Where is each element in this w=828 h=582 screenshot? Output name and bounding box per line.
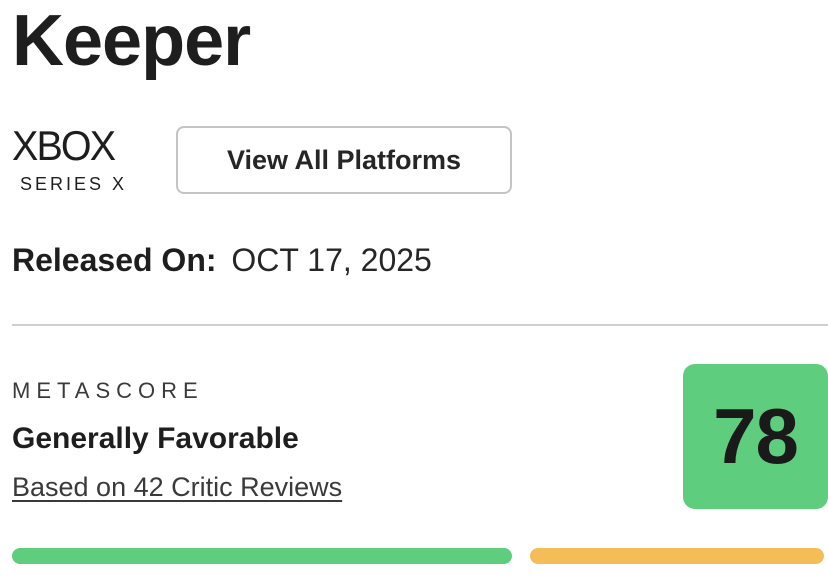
release-date: OCT 17, 2025	[231, 242, 432, 278]
release-label: Released On:	[12, 242, 217, 278]
game-title: Keeper	[12, 1, 251, 81]
positive-reviews-bar	[12, 548, 512, 564]
metascore-sentiment: Generally Favorable	[12, 422, 299, 455]
section-divider	[12, 324, 828, 326]
xbox-series-x-logo: XBOX SERIES X	[12, 122, 140, 196]
release-info: Released On: OCT 17, 2025	[12, 240, 432, 280]
metascore-badge[interactable]: 78	[683, 364, 828, 509]
platform-name: XBOX	[12, 122, 116, 169]
platform-subtitle: SERIES X	[20, 174, 128, 194]
critic-reviews-link[interactable]: Based on 42 Critic Reviews	[12, 472, 342, 503]
mixed-reviews-bar	[530, 548, 824, 564]
view-all-platforms-button[interactable]: View All Platforms	[176, 126, 512, 194]
metascore-value: 78	[713, 392, 799, 480]
metascore-label: METASCORE	[12, 378, 204, 403]
